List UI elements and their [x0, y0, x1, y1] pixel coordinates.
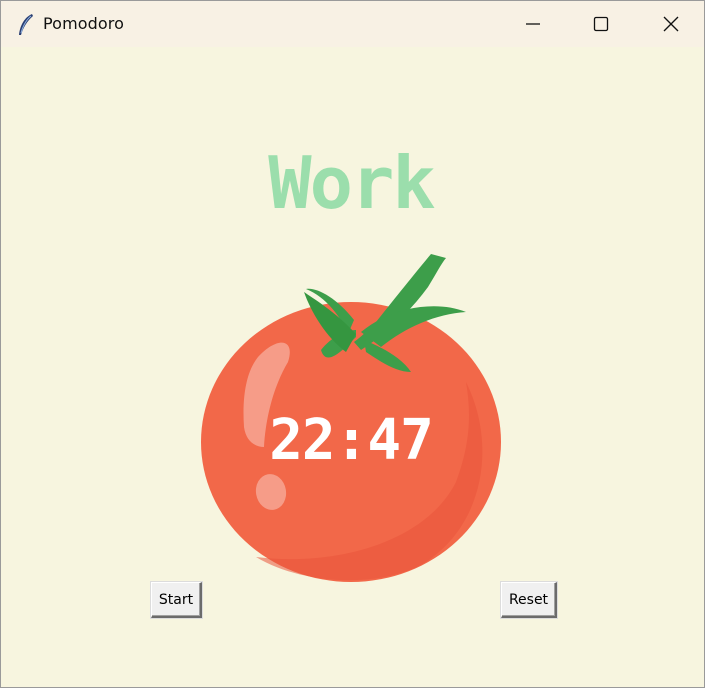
start-button[interactable]: Start	[151, 582, 202, 618]
maximize-icon	[593, 16, 609, 32]
timer-display: 22:47	[269, 408, 434, 473]
title-bar[interactable]: Pomodoro	[1, 1, 704, 47]
minimize-icon	[526, 23, 540, 25]
reset-button[interactable]: Reset	[501, 582, 557, 618]
close-icon	[663, 16, 679, 32]
window-title: Pomodoro	[43, 14, 125, 33]
maximize-button[interactable]	[566, 1, 636, 47]
minimize-button[interactable]	[498, 1, 568, 47]
mode-label: Work	[268, 141, 435, 225]
app-window: Pomodoro Work 22:47 Start Reset	[0, 0, 705, 688]
feather-icon	[19, 14, 33, 35]
close-button[interactable]	[636, 1, 705, 47]
